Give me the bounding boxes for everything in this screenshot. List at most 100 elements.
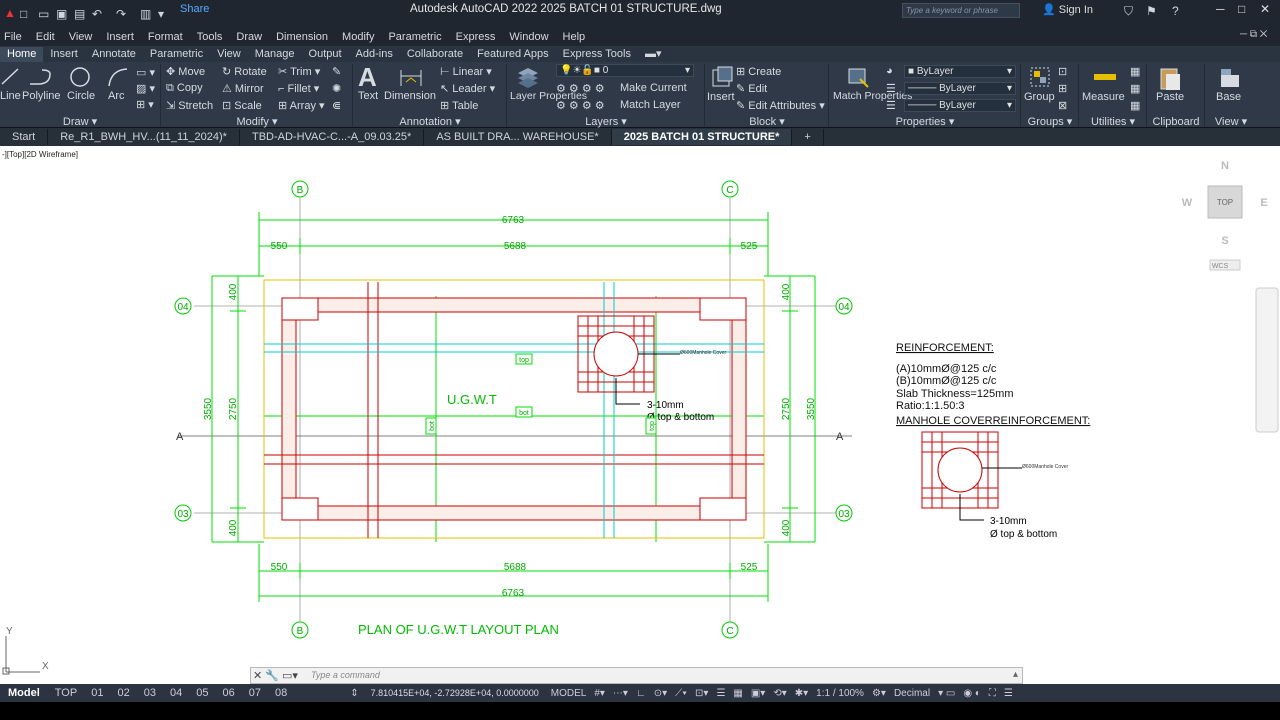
annotation-visibility-icon[interactable]: ✱▾	[791, 688, 812, 699]
utility-icon-2[interactable]: ▦	[1130, 82, 1140, 95]
hatch-icon[interactable]: ▨ ▾	[136, 82, 155, 95]
snap-icon[interactable]: ⋯▾	[609, 688, 632, 699]
search-input[interactable]: Type a keyword or phrase	[902, 3, 1020, 18]
layers-panel-title[interactable]: Layers ▾	[508, 116, 704, 128]
layout-tab[interactable]: 03	[137, 687, 163, 699]
doc-tab-start[interactable]: Start	[0, 129, 49, 145]
arc-button[interactable]: Arc	[108, 90, 125, 102]
menu-window[interactable]: Window	[505, 28, 558, 46]
lineweight-dropdown[interactable]: ──── ByLayer ▾	[904, 99, 1016, 112]
exchange-icon[interactable]: ⚑	[1146, 4, 1157, 18]
text-button[interactable]: Text	[358, 90, 378, 102]
groups-panel-title[interactable]: Groups ▾	[1022, 116, 1078, 128]
leader-button[interactable]: ↖ Leader ▾	[440, 82, 495, 95]
measure-button[interactable]: Measure	[1082, 91, 1125, 103]
clipboard-panel-title[interactable]: Clipboard	[1148, 116, 1204, 128]
dropdown-icon[interactable]: ▾	[158, 7, 164, 21]
navigation-bar[interactable]	[1255, 287, 1279, 433]
block-panel-title[interactable]: Block ▾	[706, 116, 828, 128]
erase-icon[interactable]: ✎	[332, 65, 341, 78]
plot-icon[interactable]: ▥	[140, 7, 151, 21]
close-icon[interactable]: ✕	[1260, 2, 1270, 16]
polyline-button[interactable]: Polyline	[22, 90, 61, 102]
menu-file[interactable]: File	[0, 28, 32, 46]
color-wheel-icon[interactable]: ◕	[886, 65, 893, 77]
group-select-icon[interactable]: ⊠	[1058, 99, 1067, 112]
linear-button[interactable]: ⊢ Linear ▾	[440, 65, 492, 78]
wcs-menu[interactable]: WCS	[1212, 263, 1229, 270]
doc-window-controls[interactable]: ─ ⧉ ✕	[1240, 29, 1267, 40]
menu-draw[interactable]: Draw	[232, 28, 272, 46]
match-layer-button[interactable]: Match Layer	[620, 99, 681, 111]
dimension-button[interactable]: Dimension	[384, 90, 436, 102]
layout-tab[interactable]: 05	[189, 687, 215, 699]
properties-panel-title[interactable]: Properties ▾	[830, 116, 1020, 128]
tab-collaborate[interactable]: Collaborate	[400, 47, 470, 62]
doc-tab-active[interactable]: 2025 BATCH 01 STRUCTURE*	[611, 129, 793, 145]
selection-cycling-icon[interactable]: ▣▾	[747, 688, 769, 699]
move-button[interactable]: ✥ Move	[166, 65, 205, 78]
cart-icon[interactable]: ⛉	[1124, 4, 1133, 19]
menu-edit[interactable]: Edit	[32, 28, 65, 46]
layout-tab[interactable]: 01	[84, 687, 110, 699]
layer-tools-row2-icon[interactable]: ⚙ ⚙ ⚙ ⚙	[556, 99, 605, 112]
line-button[interactable]: Line	[0, 90, 21, 102]
viewcube-west[interactable]: W	[1182, 197, 1193, 209]
workspace-icon[interactable]: ⚙▾	[868, 688, 890, 699]
tab-parametric[interactable]: Parametric	[143, 47, 210, 62]
osnap-icon[interactable]: ⊡▾	[691, 688, 712, 699]
ungroup-icon[interactable]: ⊡	[1058, 65, 1067, 78]
doc-tab[interactable]: Re_R1_BWH_HV...(11_11_2024)*	[48, 129, 240, 145]
menu-modify[interactable]: Modify	[338, 28, 384, 46]
tab-insert[interactable]: Insert	[43, 47, 85, 62]
model-tab[interactable]: Model	[0, 687, 48, 699]
viewcube-north[interactable]: N	[1221, 160, 1229, 172]
grid-icon[interactable]: #▾	[590, 688, 609, 699]
customize-icon[interactable]: ☰	[1000, 688, 1017, 699]
polar-icon[interactable]: ⊙▾	[650, 688, 671, 699]
ribbon-toggle-icon[interactable]: ▬▾	[638, 47, 669, 62]
layout-tab[interactable]: 08	[268, 687, 294, 699]
doc-tab[interactable]: AS BUILT DRA... WAREHOUSE*	[424, 129, 612, 145]
viewcube-top[interactable]: TOP	[1217, 198, 1233, 207]
isodraft-icon[interactable]: ⟋▾	[671, 688, 691, 699]
doc-tab[interactable]: TBD-AD-HVAC-C...-A_09.03.25*	[240, 129, 425, 145]
modify-panel-title[interactable]: Modify ▾	[162, 116, 352, 128]
offset-icon[interactable]: ⋐	[332, 99, 341, 112]
menu-parametric[interactable]: Parametric	[384, 28, 451, 46]
minimize-icon[interactable]: ─	[1216, 2, 1225, 16]
utility-icon-3[interactable]: ▦	[1130, 99, 1140, 112]
command-input[interactable]: Type a command	[311, 670, 380, 680]
paste-button[interactable]: Paste	[1156, 91, 1184, 103]
autocad-logo-icon[interactable]: ▲	[4, 6, 16, 20]
draw-panel-title[interactable]: Draw ▾	[0, 116, 160, 128]
annotation-scale-button[interactable]: 1:1 / 100%	[812, 688, 868, 699]
quick-properties-icon[interactable]: ▾ ▭	[934, 688, 959, 699]
explode-icon[interactable]: ✺	[332, 82, 341, 95]
tab-home[interactable]: Home	[0, 47, 44, 62]
copy-button[interactable]: ⧉ Copy	[166, 82, 203, 95]
viewcube-east[interactable]: E	[1260, 197, 1267, 209]
menu-help[interactable]: Help	[559, 28, 596, 46]
insert-button[interactable]: Insert	[707, 91, 735, 103]
utilities-panel-title[interactable]: Utilities ▾	[1080, 116, 1146, 128]
fillet-button[interactable]: ⌐ Fillet ▾	[278, 82, 319, 95]
group-button[interactable]: Group	[1024, 91, 1055, 103]
base-button[interactable]: Base	[1216, 91, 1241, 103]
menu-dimension[interactable]: Dimension	[272, 28, 338, 46]
share-button[interactable]: Share	[180, 3, 209, 15]
tab-featured-apps[interactable]: Featured Apps	[470, 47, 556, 62]
units-dropdown[interactable]: Decimal	[890, 688, 934, 699]
view-panel-title[interactable]: View ▾	[1206, 116, 1256, 128]
match-properties-button[interactable]: Match Properties	[833, 91, 912, 102]
tab-output[interactable]: Output	[302, 47, 349, 62]
layer-dropdown[interactable]: 💡☀🔓■ 0 ▾	[556, 64, 694, 77]
table-button[interactable]: ⊞ Table	[440, 99, 478, 112]
status-menu-icon[interactable]: ⇕	[346, 688, 362, 699]
gizmo-icon[interactable]: ⟲▾	[769, 688, 790, 699]
ortho-icon[interactable]: ∟	[632, 688, 650, 699]
command-line[interactable]: ✕ 🔧 ▭▾ Type a command ▴	[250, 667, 1023, 684]
new-icon[interactable]: □	[20, 7, 27, 21]
tab-express-tools[interactable]: Express Tools	[556, 47, 638, 62]
drawing-canvas[interactable]: -][Top][2D Wireframe] B C B C 04 04 03 0…	[0, 146, 1280, 684]
